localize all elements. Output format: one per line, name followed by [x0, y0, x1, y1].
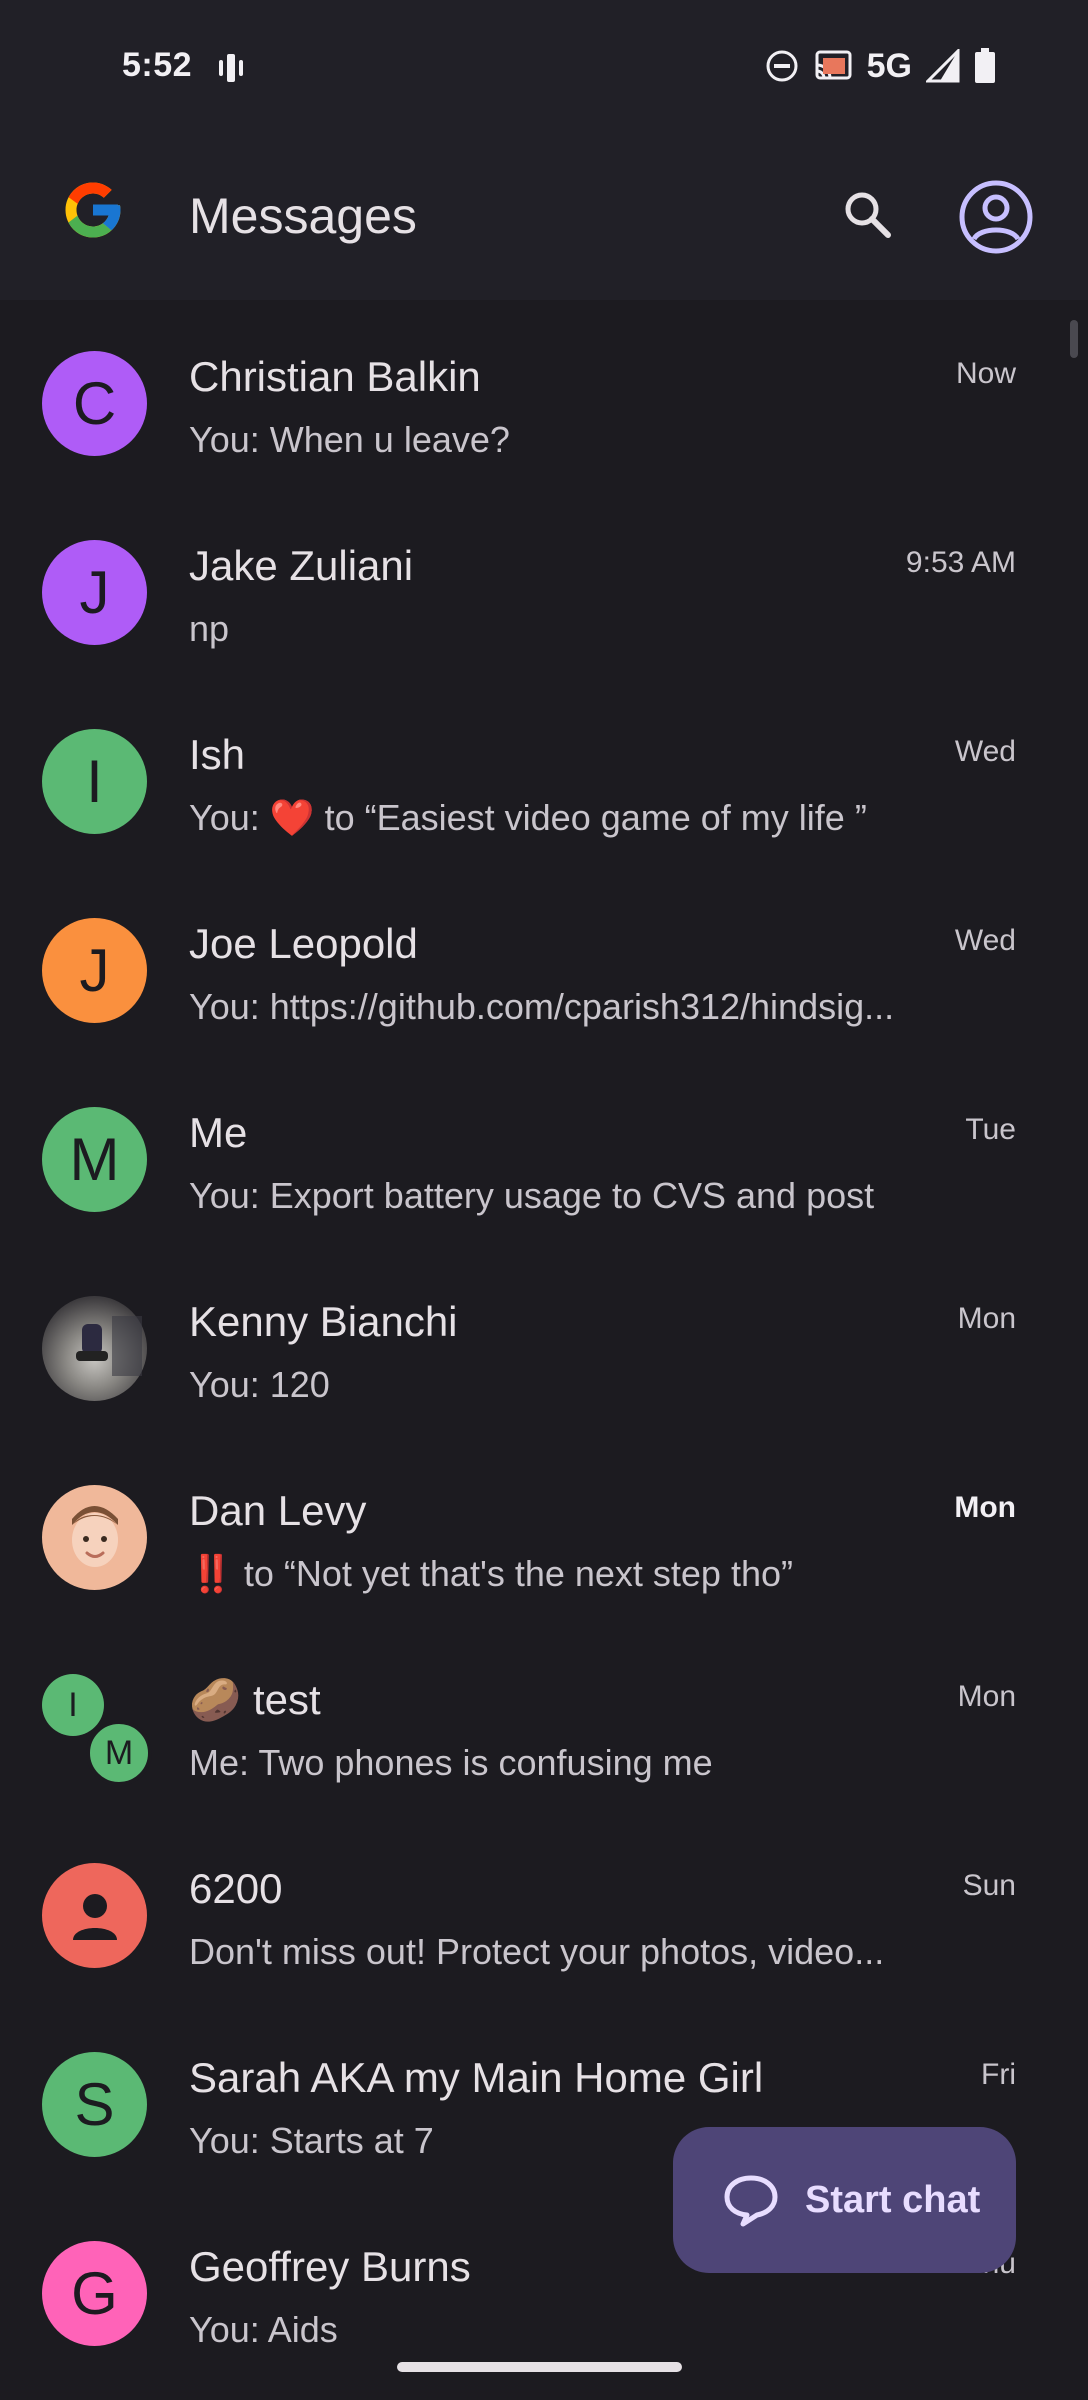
avatar: J [42, 540, 147, 645]
conversation-row[interactable]: M Me You: Export battery usage to CVS an… [0, 1056, 1088, 1245]
start-chat-button[interactable]: Start chat [673, 2127, 1016, 2273]
message-time: Sun [962, 1869, 1016, 1902]
conversation-row[interactable]: I Ish You: ❤️ to “Easiest video game of … [0, 678, 1088, 867]
avatar: G [42, 2241, 147, 2346]
search-icon[interactable] [838, 185, 898, 245]
contact-name: 🥔 test [189, 1676, 321, 1725]
message-preview: You: Export battery usage to CVS and pos… [189, 1175, 875, 1216]
contact-photo-avatar [42, 1296, 147, 1401]
avatar: I [42, 729, 147, 834]
message-preview: You: Aids [189, 2309, 338, 2350]
app-title: Messages [189, 188, 417, 244]
conversation-row[interactable]: 6200 Don't miss out! Protect your photos… [0, 1812, 1088, 2001]
person-icon [72, 1893, 117, 1940]
scrollbar-thumb[interactable] [1070, 320, 1078, 358]
contact-name: Sarah AKA my Main Home Girl [189, 2054, 764, 2101]
contact-name: Me [189, 1109, 248, 1156]
preview-suffix: to “Easiest video game of my life ” [314, 797, 867, 838]
heart-emoji-icon: ❤️ [269, 797, 315, 838]
message-time: 9:53 AM [905, 546, 1016, 579]
avatar: J [42, 918, 147, 1023]
preview-suffix: to “Not yet that's the next step tho” [233, 1553, 793, 1594]
message-preview: You: When u leave? [189, 419, 510, 460]
conversation-row[interactable]: I M 🥔 test Me: Two phones is confusing m… [0, 1623, 1088, 1812]
google-logo-icon [65, 182, 121, 238]
potato-emoji-icon: 🥔 [189, 1676, 242, 1723]
account-circle-icon[interactable] [958, 179, 1034, 255]
message-time: Wed [954, 735, 1016, 768]
message-preview: You: https://github.com/cparish312/hinds… [189, 986, 895, 1027]
memoji-face-icon [72, 1506, 118, 1567]
contact-name: Joe Leopold [189, 920, 418, 967]
app-bar: Messages [0, 135, 1088, 300]
message-time: Wed [954, 924, 1016, 957]
group-avatar-a: I [42, 1674, 104, 1736]
contact-name: Ish [189, 731, 246, 778]
conversation-row[interactable]: C Christian Balkin You: When u leave? No… [0, 300, 1088, 489]
photo-figure-icon [76, 1316, 142, 1376]
cast-icon [815, 50, 852, 80]
message-time: Mon [957, 1302, 1016, 1335]
start-chat-label: Start chat [805, 2178, 981, 2221]
contact-name: Jake Zuliani [189, 542, 414, 589]
conversation-row[interactable]: J Joe Leopold You: https://github.com/cp… [0, 867, 1088, 1056]
contact-name: Kenny Bianchi [189, 1298, 458, 1345]
message-preview: You: 120 [189, 1364, 330, 1405]
dnd-icon [766, 50, 798, 82]
preview-prefix: You: [189, 797, 270, 838]
memoji-avatar [42, 1485, 147, 1590]
message-time: Tue [965, 1113, 1016, 1146]
message-preview: np [189, 608, 230, 649]
network-type: 5G [866, 46, 912, 85]
status-time: 5:52 [122, 46, 193, 84]
signal-icon [926, 49, 960, 83]
contact-name: 6200 [189, 1865, 283, 1912]
message-preview: Me: Two phones is confusing me [189, 1742, 713, 1783]
gesture-nav-handle[interactable] [397, 2362, 682, 2372]
chat-bubble-icon [724, 2175, 778, 2227]
conversation-row[interactable]: Dan Levy ‼️ to “Not yet that's the next … [0, 1434, 1088, 1623]
message-preview: Don't miss out! Protect your photos, vid… [189, 1931, 885, 1972]
contact-name: Geoffrey Burns [189, 2243, 471, 2290]
message-preview: ‼️ to “Not yet that's the next step tho” [189, 1553, 919, 1595]
message-time: Mon [957, 1680, 1016, 1713]
conversation-list[interactable]: C Christian Balkin You: When u leave? No… [0, 300, 1088, 2400]
message-preview: You: ❤️ to “Easiest video game of my lif… [189, 797, 919, 839]
message-time: Mon [954, 1491, 1016, 1524]
avatar: C [42, 351, 147, 456]
conversation-row[interactable]: J Jake Zuliani np 9:53 AM [0, 489, 1088, 678]
contact-name: Dan Levy [189, 1487, 367, 1534]
contact-name: Christian Balkin [189, 353, 481, 400]
message-time: Now [955, 357, 1016, 390]
avatar: M [42, 1107, 147, 1212]
avatar [42, 1863, 147, 1968]
battery-icon [975, 48, 995, 83]
group-avatar-b: M [86, 1720, 152, 1786]
conversation-row[interactable]: Kenny Bianchi You: 120 Mon [0, 1245, 1088, 1434]
double-exclamation-emoji-icon: ‼️ [189, 1553, 234, 1594]
status-bar: 5:52 5G [0, 0, 1088, 135]
group-name: test [252, 1676, 321, 1723]
message-time: Fri [981, 2058, 1016, 2091]
vibrate-icon [219, 54, 243, 82]
avatar: S [42, 2052, 147, 2157]
